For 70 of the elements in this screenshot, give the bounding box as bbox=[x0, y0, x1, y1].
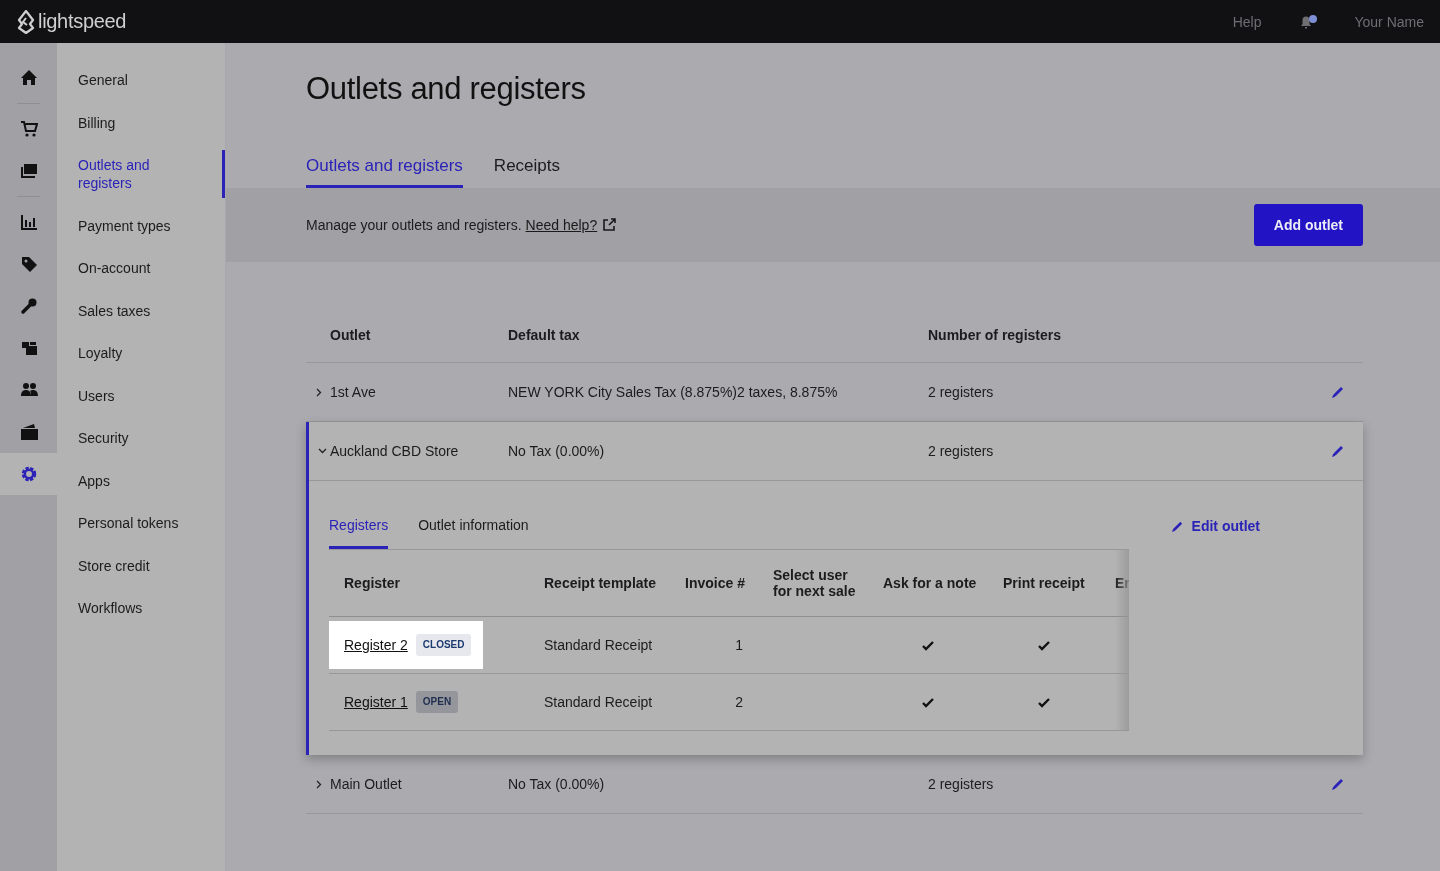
home-icon bbox=[19, 69, 38, 87]
table-cell-text: No Tax (0.00%) bbox=[508, 776, 606, 792]
tab[interactable]: Outlet information bbox=[418, 517, 529, 549]
sidebar-item[interactable]: Users bbox=[57, 380, 225, 411]
column-header: Default tax bbox=[508, 326, 581, 343]
table-cell: 2 registers bbox=[928, 776, 994, 792]
help-link[interactable]: Help bbox=[1232, 13, 1262, 30]
outlet-name: Auckland CBD Store bbox=[330, 443, 460, 459]
status-badge: OPEN bbox=[415, 691, 459, 713]
flame-logo-icon bbox=[17, 9, 35, 34]
sidebar-item[interactable]: Loyalty bbox=[57, 338, 225, 368]
register-link[interactable]: Register 2 bbox=[344, 637, 408, 653]
column-header: Invoice # bbox=[684, 575, 746, 591]
register-link[interactable]: Register 1 bbox=[344, 694, 408, 710]
table-cell-text: 2 bbox=[734, 694, 744, 710]
sidebar-item[interactable]: Store credit bbox=[57, 550, 225, 581]
pencil-icon[interactable] bbox=[1331, 444, 1345, 458]
chevron-right-icon[interactable] bbox=[315, 779, 324, 789]
add-outlet-button[interactable]: Add outlet bbox=[1253, 204, 1363, 246]
edit-outlet-link[interactable]: Edit outlet bbox=[1170, 517, 1260, 535]
help-link[interactable]: Need help? bbox=[525, 217, 598, 233]
boxes-icon bbox=[19, 339, 38, 357]
sidebar-item[interactable]: Security bbox=[57, 423, 225, 453]
pencil-icon bbox=[1170, 519, 1184, 533]
description-text: Manage your outlets and registers. bbox=[306, 217, 522, 233]
table-cell-text: No Tax (0.00%) bbox=[508, 443, 606, 459]
column-header: Receipt template bbox=[543, 575, 658, 591]
logo-wordmark: lightspeed bbox=[38, 10, 127, 33]
pencil-icon[interactable] bbox=[1331, 777, 1345, 791]
settings-icon bbox=[19, 465, 38, 483]
table-cell-text: 1 bbox=[734, 637, 744, 653]
table-cell-text: NEW YORK City Sales Tax (8.875%)2 taxes, 8.875% bbox=[508, 384, 839, 400]
chevron-right-icon[interactable] bbox=[315, 387, 324, 397]
tag-icon bbox=[19, 255, 38, 273]
table-cell: 2 registers bbox=[928, 443, 994, 459]
column-header: Ask for a note bbox=[882, 575, 978, 591]
screens-icon bbox=[19, 162, 38, 180]
tab[interactable]: Registers bbox=[329, 517, 389, 549]
external-link-icon[interactable] bbox=[602, 218, 617, 232]
nav-item[interactable] bbox=[0, 453, 57, 495]
sidebar-item[interactable]: Billing bbox=[57, 107, 225, 138]
people-icon bbox=[19, 381, 38, 399]
bar-chart-icon bbox=[19, 213, 38, 231]
column-header: Select user for next sale bbox=[772, 567, 857, 599]
sidebar-item[interactable]: On-account bbox=[57, 253, 225, 283]
column-header: Print receipt bbox=[1002, 575, 1086, 591]
outlet-name: Main Outlet bbox=[330, 776, 403, 792]
sidebar-item[interactable]: Sales taxes bbox=[57, 295, 225, 326]
sidebar-item[interactable]: General bbox=[57, 65, 225, 95]
sidebar-item[interactable]: Payment types bbox=[57, 210, 225, 241]
pencil-icon[interactable] bbox=[1331, 385, 1345, 399]
outlet-name: 1st Ave bbox=[330, 384, 377, 400]
table-cell-text: Standard Receipt bbox=[543, 637, 654, 653]
wallet-icon bbox=[19, 423, 38, 441]
sidebar-item[interactable]: Apps bbox=[57, 465, 225, 496]
cart-icon bbox=[19, 120, 38, 138]
column-header: Register bbox=[343, 574, 402, 593]
column-header: Number of registers bbox=[928, 326, 1063, 343]
column-header: Er bbox=[1114, 575, 1129, 591]
sidebar-item[interactable]: Workflows bbox=[57, 593, 225, 623]
table-cell: 2 registers bbox=[928, 384, 994, 400]
chevron-down-icon[interactable] bbox=[318, 446, 327, 456]
page-title: Outlets and registers bbox=[306, 71, 587, 107]
column-header: Outlet bbox=[330, 326, 372, 343]
notification-bell-icon[interactable] bbox=[1299, 13, 1319, 30]
user-menu[interactable]: Your Name bbox=[1354, 13, 1424, 30]
tab[interactable]: Receipts bbox=[493, 156, 560, 188]
table-cell-text: Standard Receipt bbox=[543, 694, 654, 710]
sidebar-item[interactable]: Personal tokens bbox=[57, 508, 225, 538]
status-badge: CLOSED bbox=[415, 634, 472, 656]
